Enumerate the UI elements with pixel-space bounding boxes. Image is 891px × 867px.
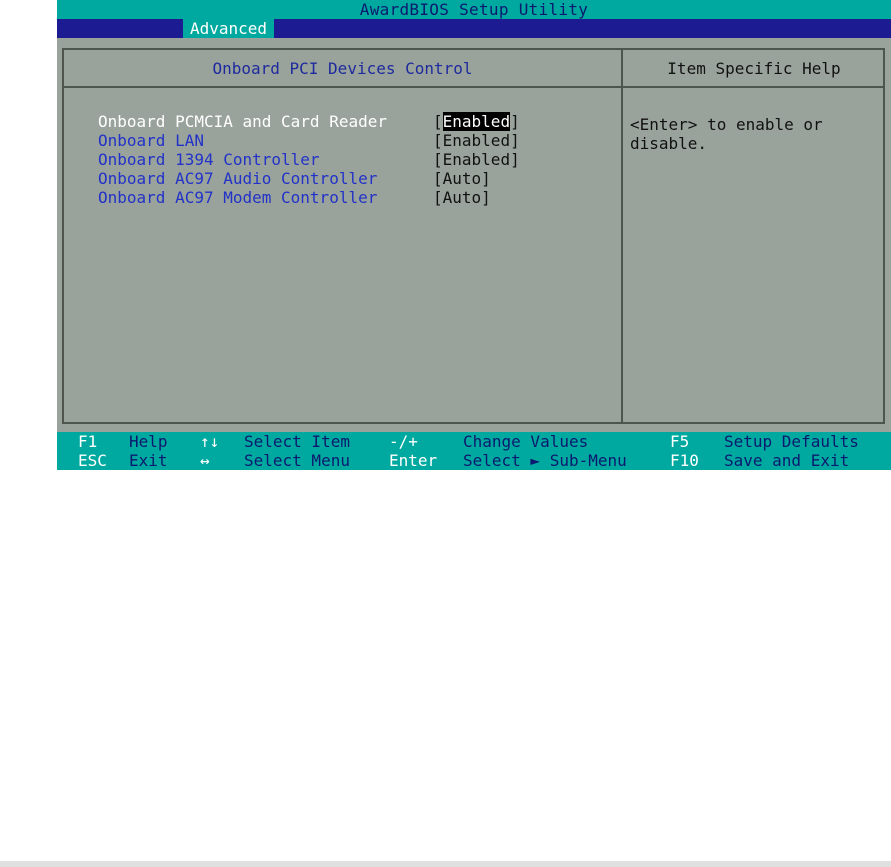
setting-row-ac97-modem[interactable]: Onboard AC97 Modem Controller [Auto] (93, 188, 603, 207)
setting-row-1394[interactable]: Onboard 1394 Controller [Enabled] (93, 150, 603, 169)
key-plus-minus: -/+ (389, 432, 418, 451)
setting-row-ac97-audio[interactable]: Onboard AC97 Audio Controller [Auto] (93, 169, 603, 188)
panel-title: Onboard PCI Devices Control (212, 59, 473, 78)
key-up-down-desc: Select Item (244, 432, 350, 451)
key-up-down: ↑↓ (200, 432, 220, 451)
key-plus-minus-desc: Change Values (463, 432, 589, 451)
page-bottom-rule (0, 861, 891, 867)
panel-border: Onboard PCI Devices Control Item Specifi… (62, 48, 885, 424)
help-text: <Enter> to enable or disable. (630, 115, 823, 153)
settings-list: Onboard PCMCIA and Card Reader [Enabled]… (93, 112, 603, 207)
help-title: Item Specific Help (667, 59, 841, 78)
setting-value-text: Auto (442, 169, 482, 188)
tab-advanced[interactable]: Advanced (183, 19, 275, 38)
key-f5: F5 (670, 432, 690, 451)
key-left-right-desc: Select Menu (244, 451, 350, 470)
setting-value-text: Auto (442, 188, 482, 207)
vertical-divider (621, 50, 623, 422)
main-area: Onboard PCI Devices Control Item Specifi… (57, 38, 891, 432)
setting-row-pcmcia[interactable]: Onboard PCMCIA and Card Reader [Enabled] (93, 112, 603, 131)
key-f10-desc: Save and Exit (724, 451, 850, 470)
key-enter: Enter (389, 451, 438, 470)
setting-label: Onboard AC97 Modem Controller (98, 188, 378, 207)
setting-label: Onboard PCMCIA and Card Reader (98, 112, 387, 131)
title-bar: AwardBIOS Setup Utility (57, 0, 891, 19)
key-f1: F1 (78, 432, 98, 451)
setting-label: Onboard AC97 Audio Controller (98, 169, 378, 188)
key-f1-desc: Help (129, 432, 168, 451)
bios-screen: AwardBIOS Setup Utility Advanced Onboard… (57, 0, 891, 470)
key-f5-desc: Setup Defaults (724, 432, 859, 451)
setting-value[interactable]: [Auto] (433, 169, 491, 188)
menu-bar: Advanced (57, 19, 891, 38)
key-esc: ESC (78, 451, 107, 470)
setting-value-text: Enabled (442, 112, 511, 131)
setting-value[interactable]: [Enabled] (433, 131, 520, 150)
key-legend: F1 Help ↑↓ Select Item -/+ Change Values… (57, 432, 891, 470)
key-enter-desc: Select ► Sub-Menu (463, 451, 627, 470)
setting-value-text: Enabled (442, 131, 511, 150)
setting-value-text: Enabled (442, 150, 511, 169)
key-f10: F10 (670, 451, 699, 470)
header-divider (64, 86, 883, 88)
setting-value[interactable]: [Enabled] (433, 150, 520, 169)
setting-row-lan[interactable]: Onboard LAN [Enabled] (93, 131, 603, 150)
setting-value[interactable]: [Auto] (433, 188, 491, 207)
key-esc-desc: Exit (129, 451, 168, 470)
setting-label: Onboard LAN (98, 131, 204, 150)
setting-label: Onboard 1394 Controller (98, 150, 320, 169)
key-left-right: ↔ (200, 451, 210, 470)
setting-value[interactable]: [Enabled] (433, 112, 520, 131)
